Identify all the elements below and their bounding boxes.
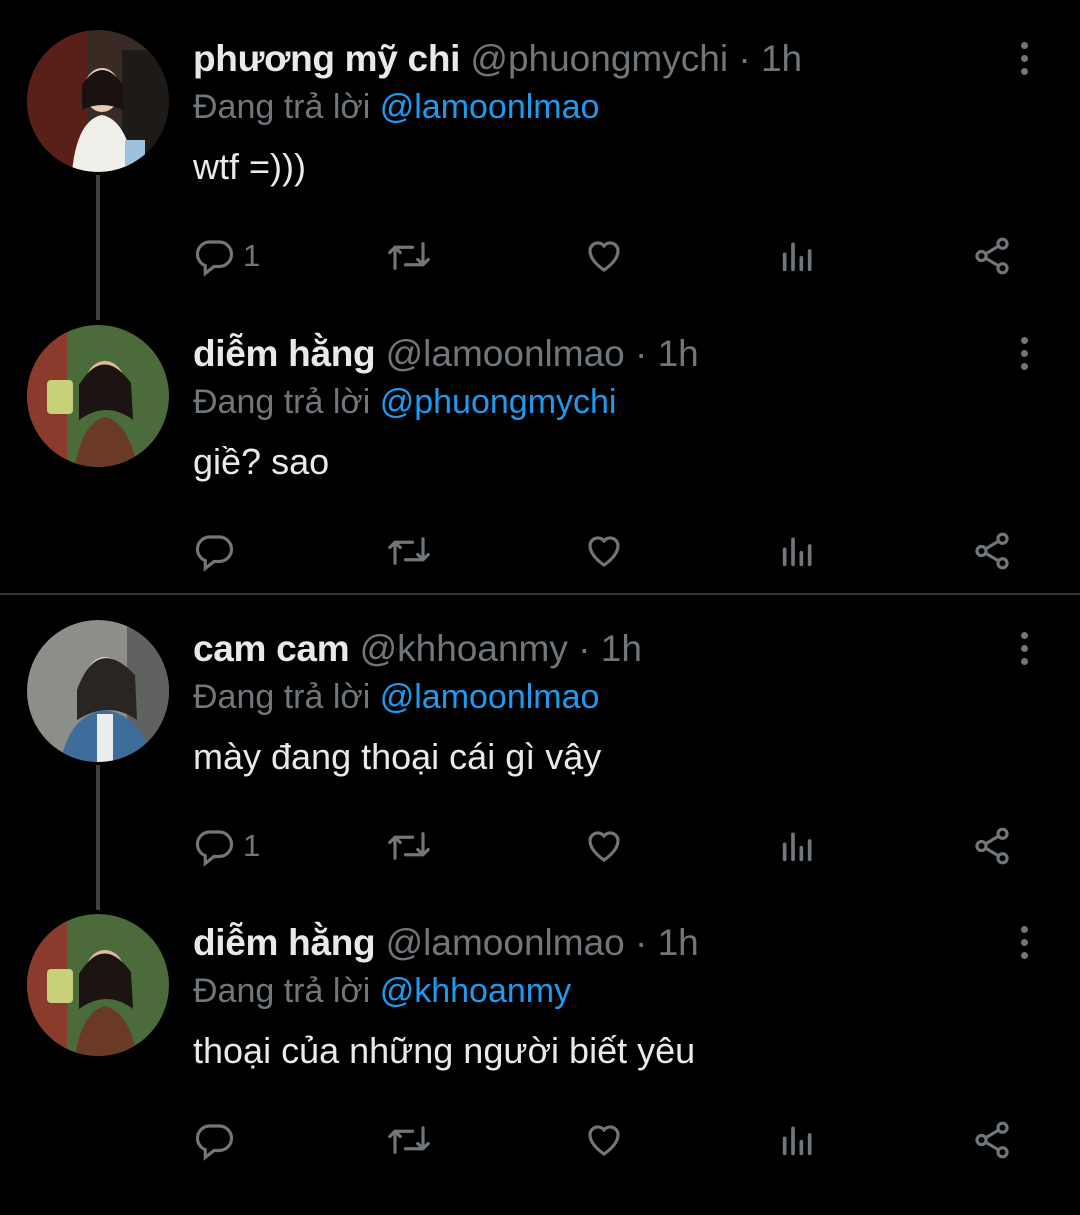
retweet-button[interactable] [386,1116,432,1164]
like-button[interactable] [583,527,625,575]
reply-icon [195,535,234,572]
like-button[interactable] [583,232,625,280]
retweet-icon [388,242,430,270]
tweet-text: thoại của những người biết yêu [193,1030,696,1071]
views-icon [782,537,812,567]
reply-context: Đang trả lời @phuongmychi [193,381,616,423]
timestamp[interactable]: 1h [761,38,802,79]
like-button[interactable] [583,822,625,870]
share-icon [975,827,1009,865]
views-button[interactable] [778,1116,818,1164]
retweet-icon [388,1126,430,1154]
avatar[interactable] [27,620,169,762]
heart-icon [588,1125,620,1156]
more-icon[interactable] [1014,632,1034,672]
reply-to-link[interactable]: @khhoanmy [380,972,571,1010]
share-button[interactable] [971,1116,1013,1164]
views-icon [782,1126,812,1156]
reply-button[interactable] [193,1116,243,1164]
more-icon[interactable] [1014,926,1034,966]
timestamp[interactable]: 1h [601,628,642,669]
reply-prefix: Đang trả lời [193,678,371,716]
user-handle[interactable]: @khhoanmy [360,628,568,669]
heart-icon [588,536,620,567]
tweet[interactable]: cam cam @khhoanmy · 1h Đang trả lời @lam… [0,620,1080,921]
reply-button[interactable]: 1 [193,232,260,280]
tweet[interactable]: phương mỹ chi @phuongmychi · 1h Đang trả… [0,30,1080,331]
timestamp[interactable]: 1h [658,922,699,963]
reply-prefix: Đang trả lời [193,88,371,126]
heart-icon [588,831,620,862]
reply-prefix: Đang trả lời [193,383,371,421]
display-name[interactable]: diễm hằng [193,333,376,374]
share-icon [975,1121,1009,1159]
display-name[interactable]: cam cam [193,628,350,669]
tweet-text: mày đang thoại cái gì vậy [193,736,602,777]
heart-icon [588,241,620,272]
user-handle[interactable]: @phuongmychi [470,38,728,79]
tweet-header: diễm hằng @lamoonlmao · 1h [193,920,699,966]
views-icon [782,832,812,862]
share-button[interactable] [971,232,1013,280]
tweet[interactable]: diễm hằng @lamoonlmao · 1h Đang trả lời … [0,325,1080,626]
reply-count: 1 [243,828,261,863]
reply-icon [195,1124,234,1161]
reply-context: Đang trả lời @khhoanmy [193,970,571,1012]
tweet[interactable]: diễm hằng @lamoonlmao · 1h Đang trả lời … [0,914,1080,1215]
tweet-text: giề? sao [193,441,330,482]
like-button[interactable] [583,1116,625,1164]
action-bar: 1 [193,822,1023,870]
views-button[interactable] [778,232,818,280]
separator: · [738,38,751,79]
retweet-button[interactable] [386,232,432,280]
reply-button[interactable]: 1 [193,822,260,870]
action-bar: 1 [193,232,1023,280]
views-button[interactable] [778,822,818,870]
avatar[interactable] [27,325,169,467]
tweet-header: diễm hằng @lamoonlmao · 1h [193,331,699,377]
reply-context: Đang trả lời @lamoonlmao [193,676,599,718]
display-name[interactable]: diễm hằng [193,922,376,963]
retweet-button[interactable] [386,822,432,870]
separator: · [635,922,648,963]
reply-to-link[interactable]: @phuongmychi [380,383,617,421]
retweet-button[interactable] [386,527,432,575]
share-icon [975,237,1009,275]
tweet-header: cam cam @khhoanmy · 1h [193,626,642,672]
share-button[interactable] [971,527,1013,575]
reply-prefix: Đang trả lời [193,972,371,1010]
action-bar [193,1116,1023,1164]
tweet-text: wtf =))) [193,146,306,187]
reply-to-link[interactable]: @lamoonlmao [380,678,600,716]
retweet-icon [388,537,430,565]
reply-button[interactable] [193,527,243,575]
share-icon [975,532,1009,570]
separator: · [635,333,648,374]
reply-count: 1 [243,238,261,273]
views-button[interactable] [778,527,818,575]
views-icon [782,242,812,272]
more-icon[interactable] [1014,337,1034,377]
tweet-header: phương mỹ chi @phuongmychi · 1h [193,36,802,82]
reply-icon [195,240,234,277]
user-handle[interactable]: @lamoonlmao [386,922,625,963]
reply-context: Đang trả lời @lamoonlmao [193,86,599,128]
share-button[interactable] [971,822,1013,870]
more-icon[interactable] [1014,42,1034,82]
avatar[interactable] [27,30,169,172]
reply-to-link[interactable]: @lamoonlmao [380,88,600,126]
timestamp[interactable]: 1h [658,333,699,374]
reply-icon [195,830,234,867]
avatar[interactable] [27,914,169,1056]
separator: · [578,628,591,669]
user-handle[interactable]: @lamoonlmao [386,333,625,374]
retweet-icon [388,832,430,860]
display-name[interactable]: phương mỹ chi [193,38,460,79]
action-bar [193,527,1023,575]
